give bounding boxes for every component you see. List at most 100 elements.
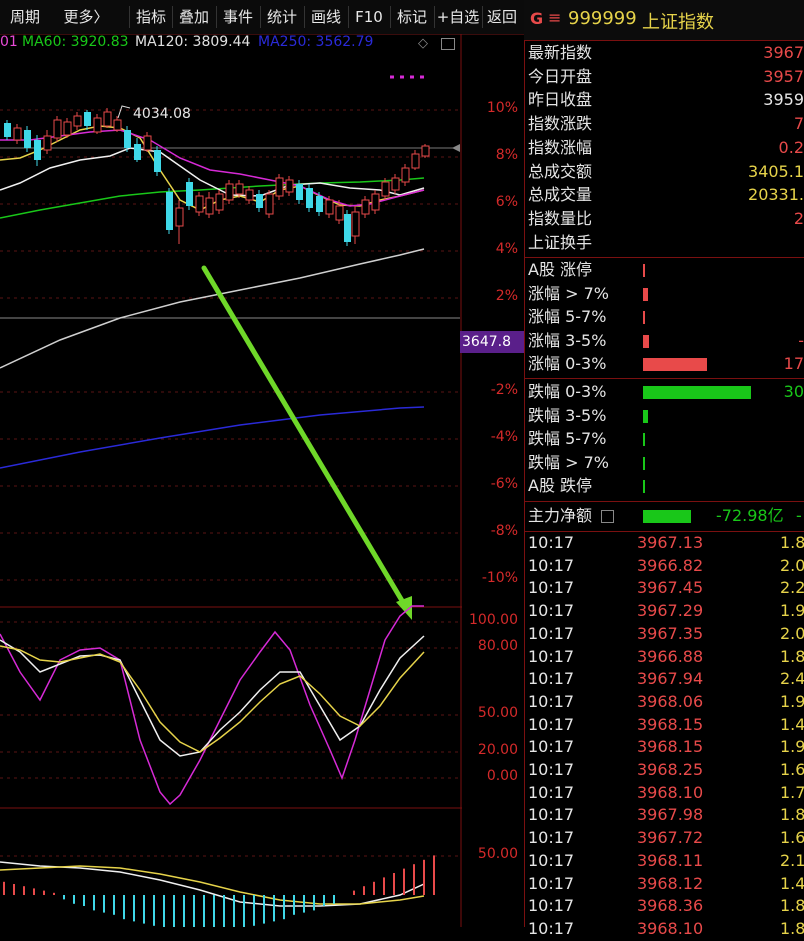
candle-body xyxy=(93,117,102,133)
candle-body xyxy=(344,214,351,242)
price-tag: 3647.8 xyxy=(460,331,524,353)
candle-body xyxy=(63,121,72,136)
main-fund-label: 主力净额 xyxy=(528,506,593,525)
kdj-j-line xyxy=(0,605,424,806)
menu-icon[interactable]: ≡ xyxy=(548,8,561,27)
tick-volume: 1.9 xyxy=(780,691,804,711)
pct-label: -4% xyxy=(490,429,518,445)
tick-time: 10:17 xyxy=(528,623,575,643)
tick-time: 10:17 xyxy=(528,850,575,870)
kdj-k-line xyxy=(0,635,425,757)
tick-time: 10:17 xyxy=(528,918,575,938)
dist-label: 跌幅 > 7% xyxy=(528,452,609,472)
candle-body xyxy=(371,193,380,211)
fund-settings-icon[interactable] xyxy=(601,510,614,523)
dist-label: 涨幅 3-5% xyxy=(528,330,607,350)
tick-time: 10:17 xyxy=(528,782,575,802)
g-icon[interactable]: G xyxy=(530,9,543,28)
main-fund-bar xyxy=(643,510,691,523)
ma-yellow-line xyxy=(0,125,425,211)
stat-label: 上证换手 xyxy=(528,232,593,252)
dist-bar xyxy=(643,287,648,301)
kline-chart: 4034.08 xyxy=(0,34,462,927)
macd-label: 50.00 xyxy=(477,846,518,862)
candle-body xyxy=(335,205,344,221)
tick-time: 10:17 xyxy=(528,691,575,711)
candle-body xyxy=(306,188,313,208)
tick-time: 10:17 xyxy=(528,805,575,825)
kdj-label: 0.00 xyxy=(486,768,518,784)
dist-label: 涨幅 > 7% xyxy=(528,283,609,303)
stat-label: 最新指数 xyxy=(528,43,593,62)
candle-body xyxy=(285,179,294,193)
tick-volume: 1.8 xyxy=(780,896,804,916)
dist-bar xyxy=(643,456,645,470)
stat-value: 20331. xyxy=(748,185,804,205)
dist-label: 跌幅 5-7% xyxy=(528,429,607,448)
pct-label: -10% xyxy=(481,570,518,586)
candle-body xyxy=(113,119,122,131)
candle-body xyxy=(235,183,244,195)
tick-time: 10:17 xyxy=(528,896,575,916)
tick-price: 3967.13 xyxy=(637,533,704,552)
candle-body xyxy=(154,150,161,172)
tick-time: 10:17 xyxy=(528,873,575,893)
tick-price: 3968.25 xyxy=(637,760,704,779)
dist-bar xyxy=(643,480,645,493)
stat-value: 7 xyxy=(793,114,804,134)
tick-price: 3968.06 xyxy=(637,691,704,711)
pct-label: 6% xyxy=(495,194,518,210)
tick-volume: 1.8 xyxy=(780,646,804,666)
candle-body xyxy=(143,135,152,151)
tick-volume: 1.9 xyxy=(780,601,804,621)
ma-magenta-line xyxy=(0,129,425,207)
candle-body xyxy=(84,112,91,126)
stat-value: 0.2 xyxy=(778,137,804,157)
kdj-label: 80.00 xyxy=(477,638,518,654)
candle-body xyxy=(215,193,224,211)
candle-body xyxy=(34,140,41,160)
stat-label: 昨日收盘 xyxy=(528,90,593,110)
dist-value: - xyxy=(798,330,804,350)
tick-time: 10:17 xyxy=(528,760,575,779)
tick-volume: 1.4 xyxy=(780,873,804,893)
tick-time: 10:17 xyxy=(528,646,575,666)
candle-body xyxy=(361,199,370,215)
tick-time: 10:17 xyxy=(528,737,575,757)
candle-body xyxy=(205,197,214,215)
ma120-line xyxy=(0,248,425,369)
tick-price: 3968.11 xyxy=(637,850,704,870)
tick-time: 10:17 xyxy=(528,669,575,689)
stat-value: 3405.1 xyxy=(748,161,804,181)
tick-volume: 2.0 xyxy=(780,555,804,575)
stat-value: 3967 xyxy=(763,43,804,62)
tick-price: 3967.72 xyxy=(637,828,704,848)
candle-body xyxy=(13,127,22,141)
tick-time: 10:17 xyxy=(528,714,575,734)
tick-volume: 1.6 xyxy=(780,828,804,848)
kdj-label: 100.00 xyxy=(469,612,518,628)
dist-label: A股 跌停 xyxy=(528,476,593,495)
toolbar-back[interactable]: 返回 xyxy=(483,0,521,34)
tick-price: 3966.82 xyxy=(637,555,704,575)
dist-label: 跌幅 3-5% xyxy=(528,405,607,425)
high-marker xyxy=(117,105,131,119)
tick-volume: 2.4 xyxy=(780,669,804,689)
tick-price: 3967.45 xyxy=(637,578,704,598)
quote-title-bar: G ≡ 999999 上证指数 xyxy=(524,0,804,41)
pct-label: -2% xyxy=(490,382,518,398)
tick-volume: 1.8 xyxy=(780,918,804,938)
candle-body xyxy=(245,189,254,201)
tick-price: 3967.94 xyxy=(637,669,704,689)
dist-value: 30 xyxy=(783,382,804,401)
candle-body xyxy=(256,194,263,208)
tick-volume: 1.9 xyxy=(780,737,804,757)
candle-body xyxy=(296,184,303,200)
tick-time: 10:17 xyxy=(528,533,575,552)
candle-body xyxy=(275,177,284,197)
candle-body xyxy=(351,211,360,237)
dist-bar xyxy=(643,311,645,324)
tick-price: 3967.35 xyxy=(637,623,704,643)
candles xyxy=(4,108,430,246)
dist-bar xyxy=(643,358,707,371)
